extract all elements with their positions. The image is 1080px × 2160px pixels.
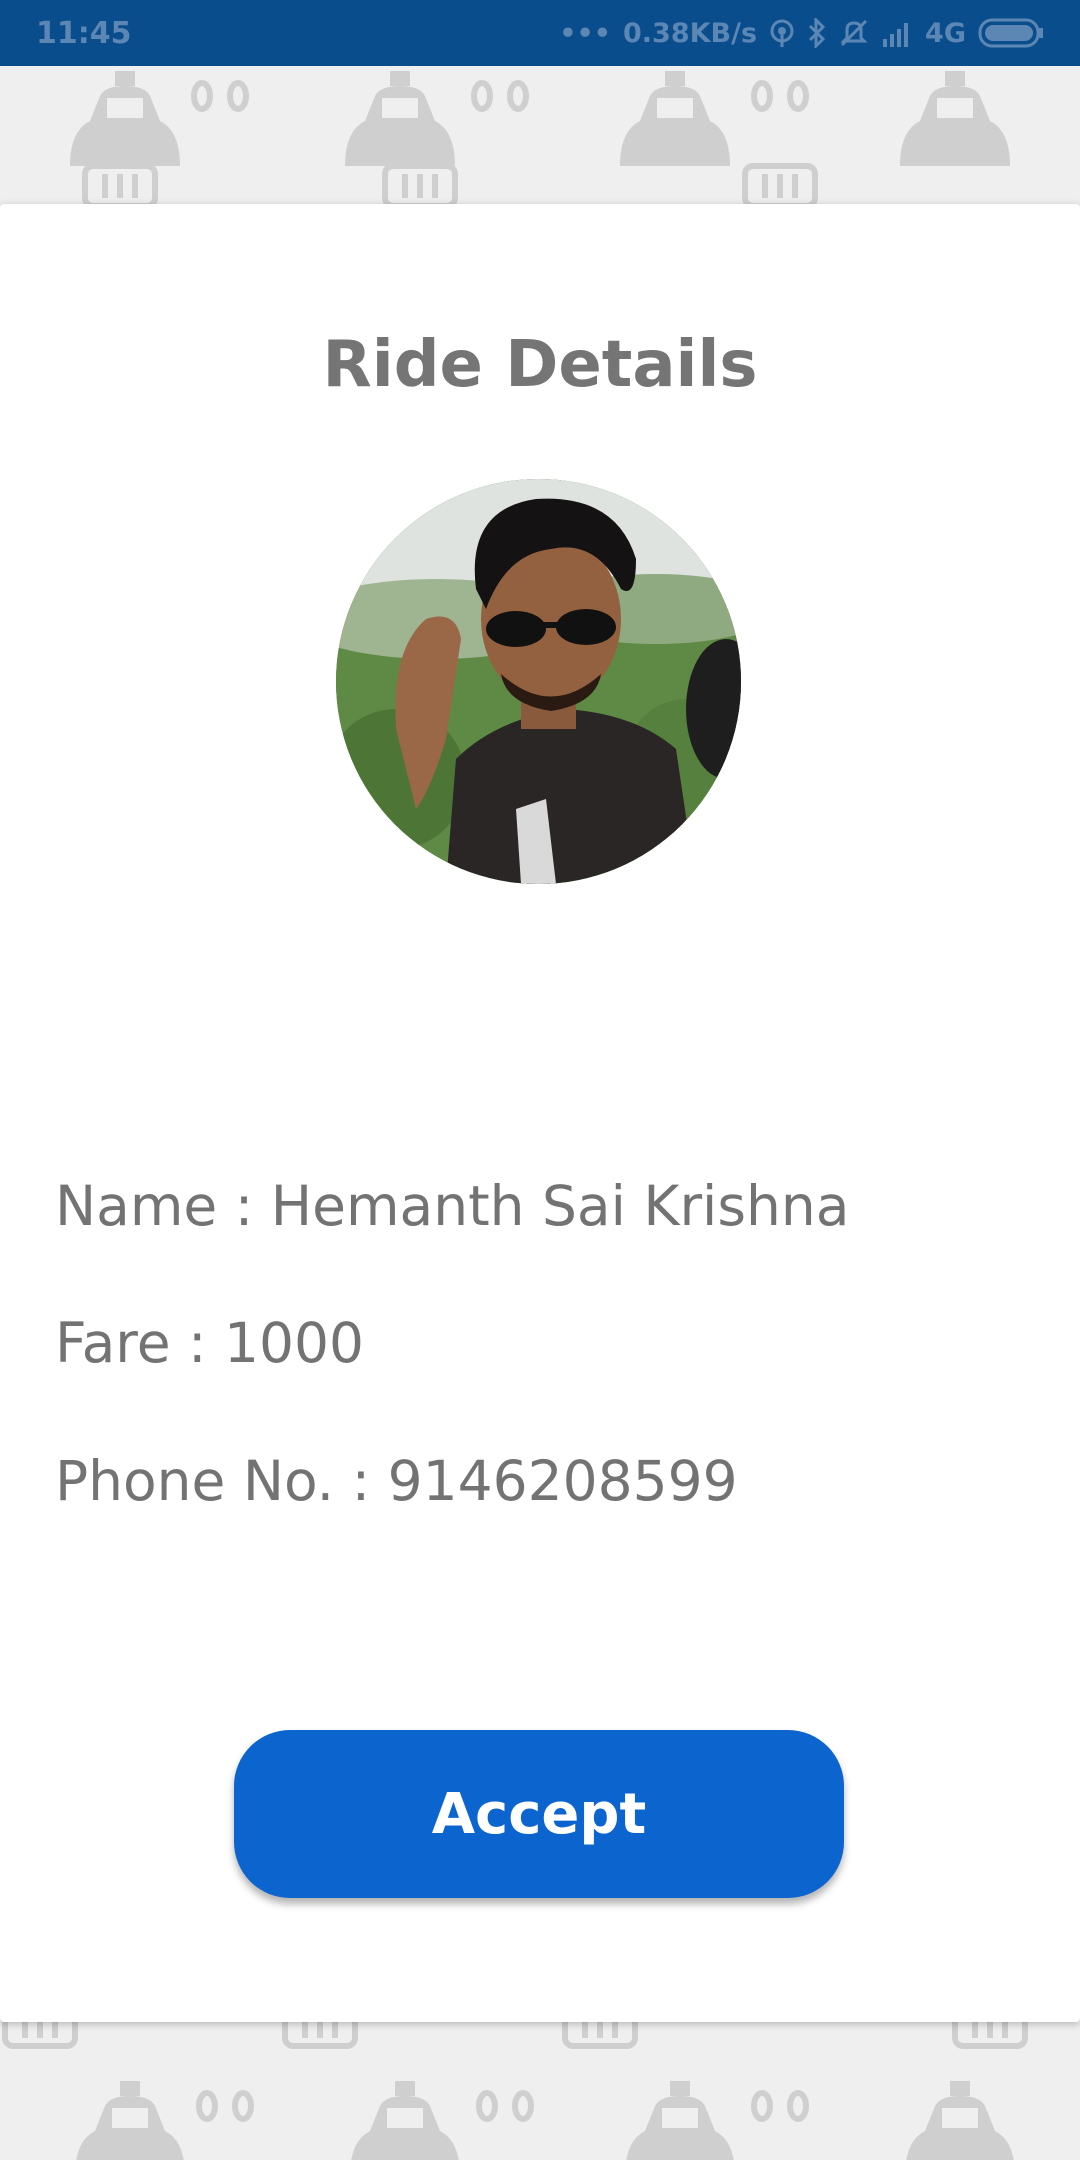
status-bar: 11:45 ••• 0.38KB/s 4G: [0, 0, 1080, 66]
bluetooth-icon: [807, 18, 827, 48]
status-time: 11:45: [36, 15, 132, 51]
mute-icon: [839, 18, 869, 48]
network-type: 4G: [925, 17, 966, 49]
rider-name: Name : Hemanth Sai Krishna: [55, 1174, 850, 1238]
hotspot-icon: [769, 18, 795, 48]
card-title: Ride Details: [322, 328, 758, 402]
status-icons: ••• 0.38KB/s 4G: [559, 17, 1044, 49]
accept-button[interactable]: Accept: [234, 1730, 844, 1898]
network-speed: 0.38KB/s: [622, 17, 758, 49]
rider-avatar: [336, 479, 741, 884]
rider-phone: Phone No. : 9146208599: [55, 1449, 738, 1513]
battery-icon: [978, 17, 1044, 49]
signal-icon: [881, 19, 913, 47]
person-photo-icon: [336, 479, 741, 884]
ride-fare: Fare : 1000: [55, 1311, 364, 1375]
more-dots-icon: •••: [559, 17, 611, 49]
ride-details-card: Ride Details Name: Hemanth Sai Krishna …: [0, 204, 1080, 2022]
